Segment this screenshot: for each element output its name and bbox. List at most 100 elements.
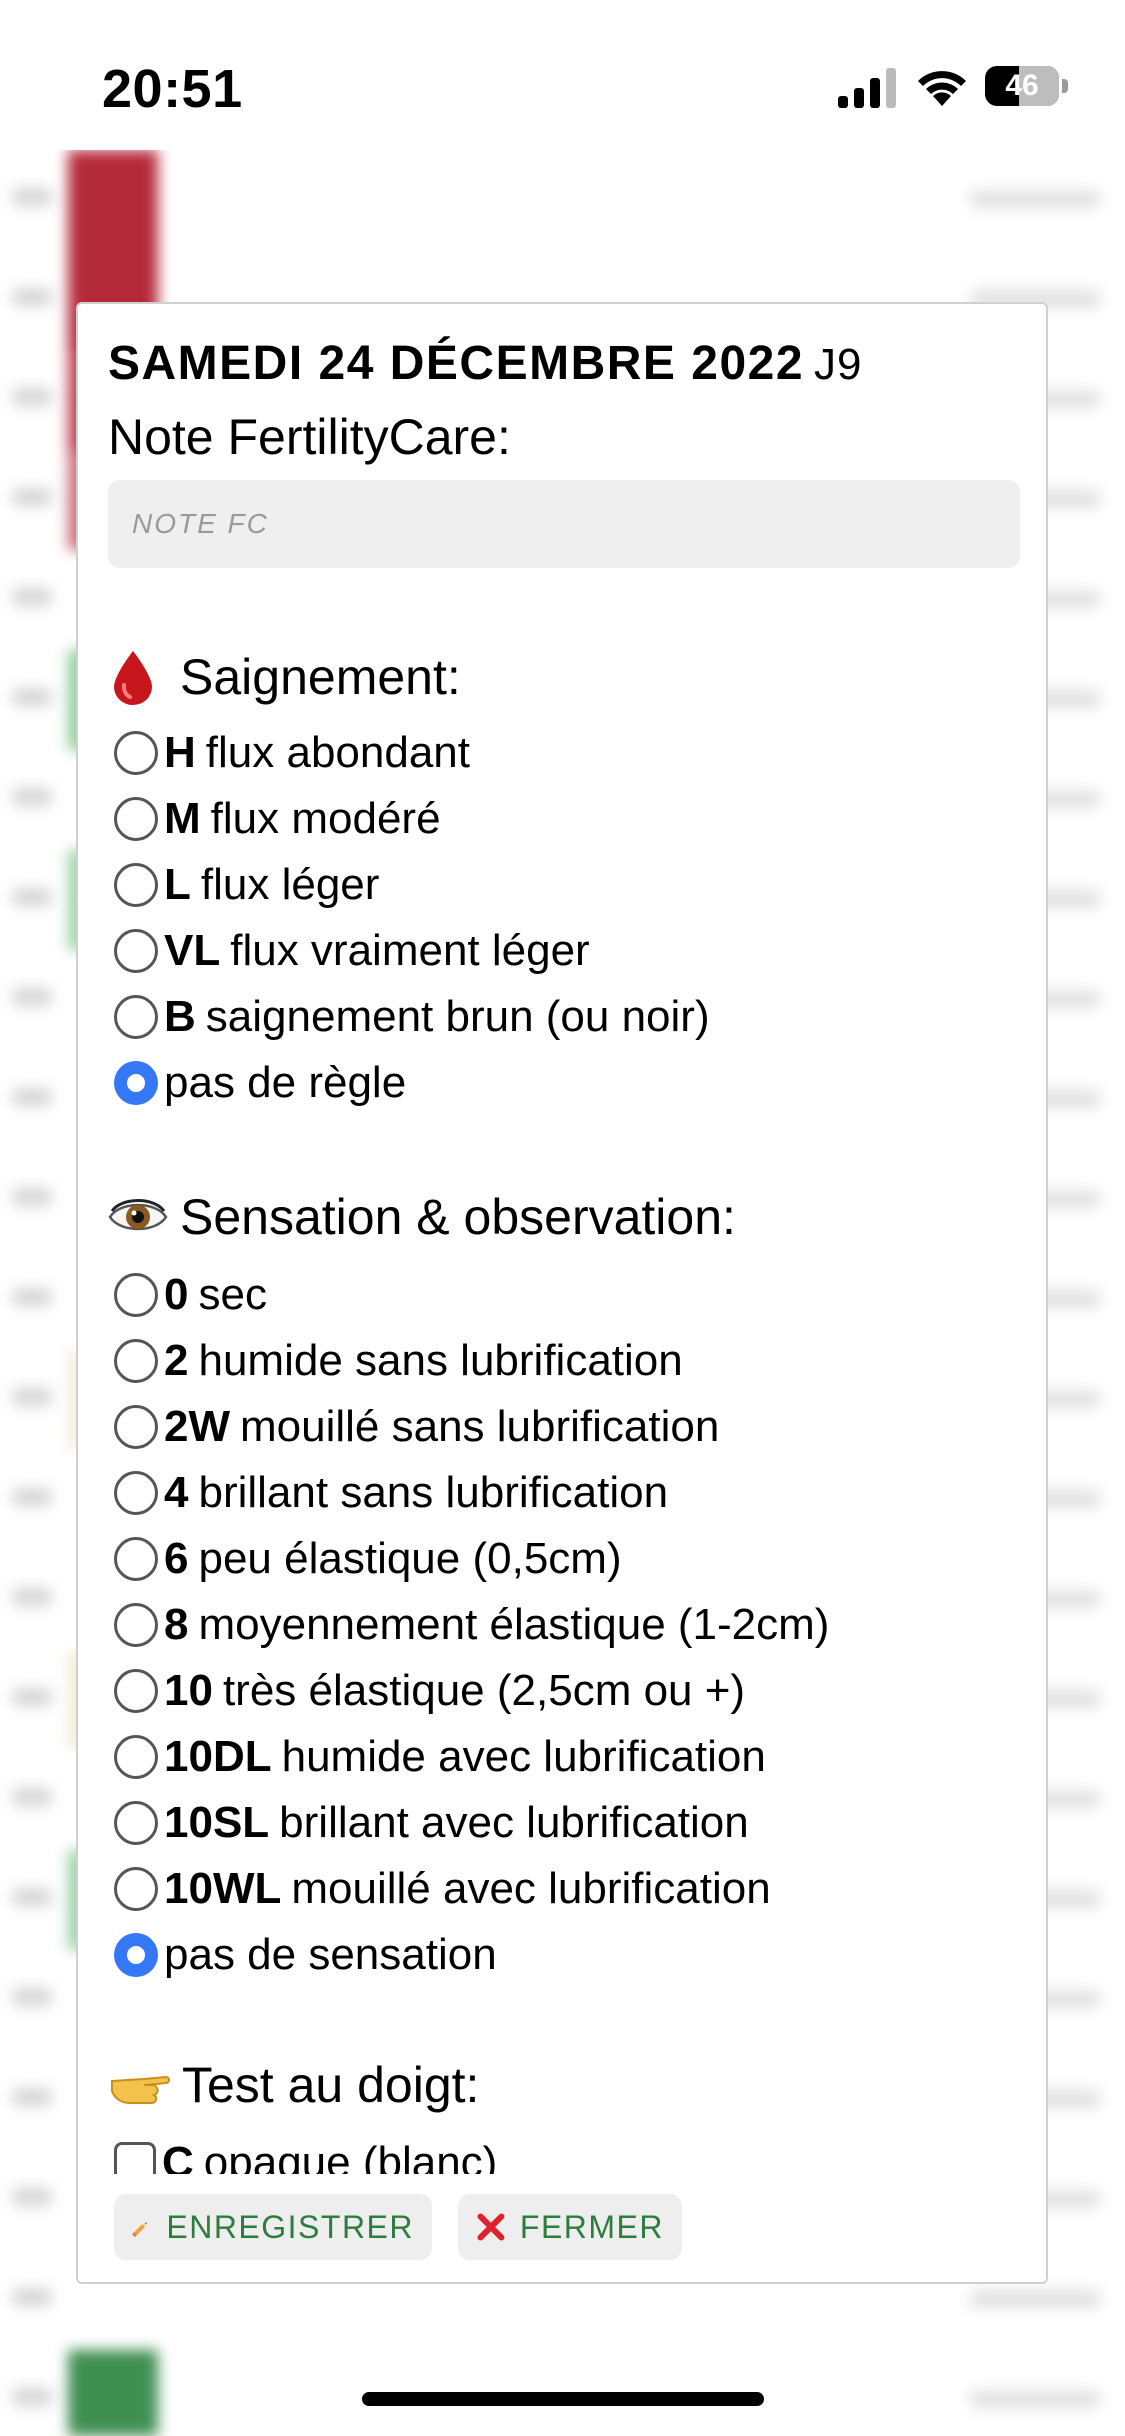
- eye-icon: [108, 1199, 168, 1231]
- radio-unselected[interactable]: [114, 1735, 158, 1779]
- option-label: humide sans lubrification: [198, 1336, 683, 1385]
- red-cross-icon: [477, 2213, 505, 2241]
- option-label: mouillé avec lubrification: [291, 1864, 771, 1913]
- option-code: B: [164, 992, 196, 1041]
- option-label: peu élastique (0,5cm): [198, 1534, 622, 1583]
- sensation-option[interactable]: 2 humide sans lubrification: [114, 1332, 683, 1390]
- sensation-option[interactable]: 10SL brillant avec lubrification: [114, 1794, 749, 1852]
- finger-test-title-text: Test au doigt:: [182, 2057, 480, 2113]
- modal-footer: ENREGISTRER FERMER: [78, 2174, 1046, 2282]
- home-indicator[interactable]: [362, 2392, 764, 2406]
- bleeding-option[interactable]: pas de règle: [114, 1054, 406, 1112]
- option-code: 2W: [164, 1402, 230, 1451]
- option-label: saignement brun (ou noir): [205, 992, 710, 1041]
- bleeding-option[interactable]: Lflux léger: [114, 856, 379, 914]
- option-code: 0: [164, 1270, 189, 1319]
- option-code: M: [164, 794, 201, 843]
- pencil-icon: [132, 2222, 147, 2238]
- option-code: 8: [164, 1600, 189, 1649]
- modal-header: SAMEDI 24 DÉCEMBRE 2022 J9: [108, 336, 863, 391]
- checkbox[interactable]: [114, 2142, 156, 2174]
- sensation-option[interactable]: 10WL mouillé avec lubrification: [114, 1860, 771, 1918]
- option-code: VL: [164, 926, 221, 975]
- radio-unselected[interactable]: [114, 1867, 158, 1911]
- bleeding-option[interactable]: Bsaignement brun (ou noir): [114, 988, 710, 1046]
- bleeding-option[interactable]: Mflux modéré: [114, 790, 441, 848]
- finger-test-section-title: Test au doigt:: [108, 2056, 479, 2114]
- calendar-row: [0, 150, 1125, 250]
- radio-unselected[interactable]: [114, 1471, 158, 1515]
- blood-drop-icon: [114, 651, 152, 705]
- bleeding-section-title: Saignement:: [108, 648, 461, 706]
- sensation-section-title: Sensation & observation:: [108, 1188, 736, 1246]
- option-code: H: [164, 728, 196, 777]
- save-button[interactable]: ENREGISTRER: [114, 2194, 432, 2260]
- sensation-option[interactable]: 10 très élastique (2,5cm ou +): [114, 1662, 745, 1720]
- note-label: Note FertilityCare:: [108, 409, 511, 465]
- radio-unselected[interactable]: [114, 1603, 158, 1647]
- option-code: 6: [164, 1534, 189, 1583]
- option-label: moyennement élastique (1-2cm): [198, 1600, 830, 1649]
- cellular-signal-icon: [838, 68, 896, 108]
- sensation-option[interactable]: 2W mouillé sans lubrification: [114, 1398, 719, 1456]
- sensation-option[interactable]: 4 brillant sans lubrification: [114, 1464, 668, 1522]
- radio-unselected[interactable]: [114, 1405, 158, 1449]
- day-entry-modal: SAMEDI 24 DÉCEMBRE 2022 J9 Note Fertility…: [76, 302, 1048, 2284]
- option-code: 4: [164, 1468, 189, 1517]
- save-button-label: ENREGISTRER: [166, 2208, 414, 2245]
- option-label: opaque (blanc): [203, 2138, 498, 2174]
- option-label: très élastique (2,5cm ou +): [222, 1666, 746, 1715]
- radio-unselected[interactable]: [114, 1339, 158, 1383]
- option-code: 2: [164, 1336, 189, 1385]
- finger_test-option[interactable]: Copaque (blanc): [114, 2134, 497, 2174]
- radio-unselected[interactable]: [114, 863, 158, 907]
- radio-unselected[interactable]: [114, 1669, 158, 1713]
- option-code: 10SL: [164, 1798, 270, 1847]
- battery-icon: 46: [985, 66, 1069, 106]
- option-label: brillant avec lubrification: [279, 1798, 749, 1847]
- wifi-icon: [918, 71, 966, 106]
- radio-unselected[interactable]: [114, 797, 158, 841]
- radio-selected[interactable]: [114, 1933, 158, 1977]
- option-label: humide avec lubrification: [281, 1732, 766, 1781]
- bleeding-option[interactable]: Hflux abondant: [114, 724, 470, 782]
- status-time: 20:51: [102, 59, 243, 119]
- cycle-day-label: J9: [814, 340, 863, 389]
- sensation-option[interactable]: pas de sensation: [114, 1926, 497, 1984]
- close-button[interactable]: FERMER: [458, 2194, 682, 2260]
- battery-level: 46: [1005, 69, 1039, 102]
- option-label: pas de règle: [164, 1058, 407, 1107]
- close-button-label: FERMER: [519, 2208, 664, 2245]
- status-bar: 20:51 46: [0, 0, 1125, 150]
- option-code: 10WL: [164, 1864, 282, 1913]
- radio-unselected[interactable]: [114, 1273, 158, 1317]
- radio-unselected[interactable]: [114, 1801, 158, 1845]
- option-label: flux léger: [200, 860, 380, 909]
- radio-unselected[interactable]: [114, 995, 158, 1039]
- radio-unselected[interactable]: [114, 929, 158, 973]
- option-code: L: [164, 860, 191, 909]
- pointing-hand-icon: [111, 2075, 170, 2104]
- sensation-option[interactable]: 8 moyennement élastique (1-2cm): [114, 1596, 829, 1654]
- radio-unselected[interactable]: [114, 731, 158, 775]
- note-fc-input[interactable]: [108, 480, 1020, 568]
- radio-unselected[interactable]: [114, 1537, 158, 1581]
- sensation-option[interactable]: 0 sec: [114, 1266, 267, 1324]
- option-label: flux vraiment léger: [230, 926, 590, 975]
- sensation-option[interactable]: 6 peu élastique (0,5cm): [114, 1530, 622, 1588]
- bleeding-option[interactable]: VL flux vraiment léger: [114, 922, 590, 980]
- option-label: sec: [198, 1270, 267, 1319]
- modal-date: SAMEDI 24 DÉCEMBRE 2022: [108, 337, 805, 390]
- bleeding-title-text: Saignement:: [180, 649, 461, 705]
- radio-selected[interactable]: [114, 1061, 158, 1105]
- sensation-option[interactable]: 10DL humide avec lubrification: [114, 1728, 766, 1786]
- sensation-title-text: Sensation & observation:: [180, 1189, 736, 1245]
- option-label: brillant sans lubrification: [198, 1468, 669, 1517]
- option-code: 10DL: [164, 1732, 272, 1781]
- modal-scroll-area[interactable]: SAMEDI 24 DÉCEMBRE 2022 J9 Note Fertility…: [78, 304, 1046, 2174]
- option-code: 10: [164, 1666, 213, 1715]
- option-label: mouillé sans lubrification: [240, 1402, 720, 1451]
- option-label: flux abondant: [205, 728, 470, 777]
- option-code: C: [162, 2138, 194, 2174]
- option-label: pas de sensation: [164, 1930, 497, 1979]
